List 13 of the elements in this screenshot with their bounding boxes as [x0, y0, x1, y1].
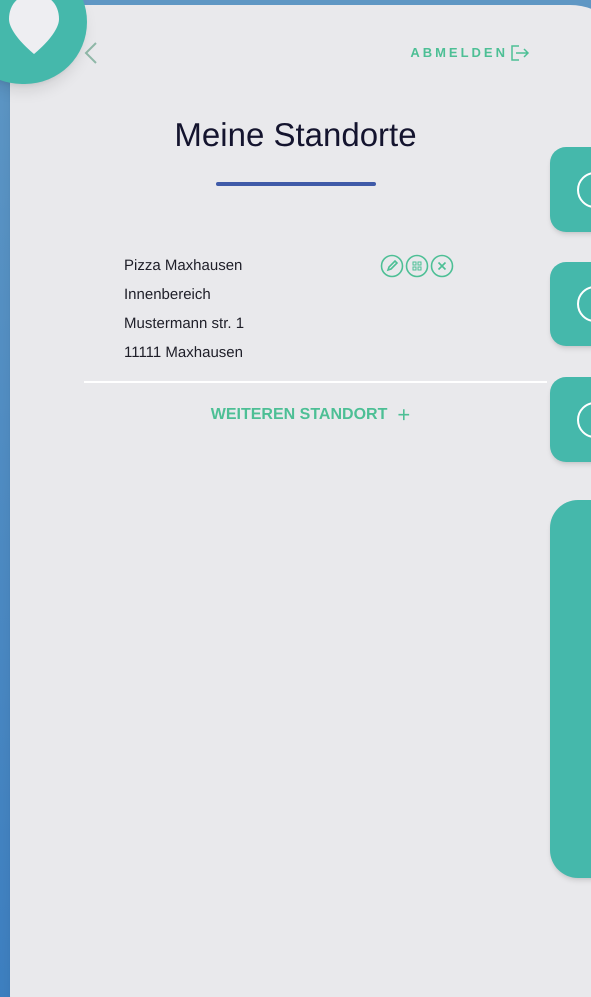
edit-icon[interactable]	[380, 254, 404, 278]
location-line: Pizza Maxhausen	[124, 256, 244, 276]
location-line: Mustermann str. 1	[124, 314, 246, 334]
logout-button[interactable]: ABMELDEN	[410, 43, 530, 63]
qr-code-icon[interactable]	[405, 254, 429, 278]
back-chevron-icon[interactable]	[84, 41, 98, 65]
location-line: Innenbereich	[124, 284, 212, 304]
close-icon[interactable]	[430, 254, 454, 278]
add-location-button[interactable]: WEITEREN STANDORT +	[210, 402, 410, 426]
plus-icon: +	[397, 404, 410, 426]
page-title: Meine Standorte	[174, 115, 417, 155]
logout-icon	[510, 44, 530, 62]
location-line: 11111 Maxhausen	[124, 342, 244, 362]
